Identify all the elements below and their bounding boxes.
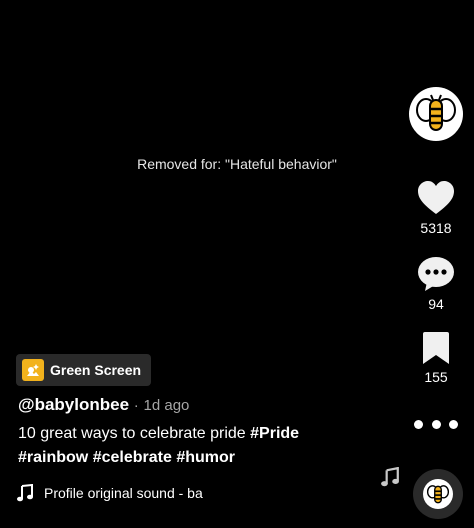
hashtag[interactable]: #Pride [250, 425, 299, 442]
bee-logo-icon [423, 479, 453, 509]
heart-icon [418, 181, 454, 214]
sound-disc[interactable] [413, 469, 463, 519]
green-screen-effect-icon [22, 359, 44, 381]
music-note-icon [17, 484, 33, 502]
more-options-button[interactable] [414, 414, 458, 434]
effect-label: Green Screen [50, 362, 142, 378]
caption: 10 great ways to celebrate pride #Pride … [18, 422, 348, 470]
comment-button[interactable]: 94 [406, 256, 466, 312]
bookmark-icon [423, 332, 449, 364]
hashtag[interactable]: #rainbow [18, 449, 88, 466]
save-count: 155 [424, 369, 448, 385]
removed-message: Removed for: "Hateful behavior" [137, 156, 337, 172]
comment-count: 94 [428, 296, 444, 312]
bee-logo-icon [416, 94, 456, 131]
more-dots-icon [414, 419, 458, 429]
sound-title: Profile original sound - ba [44, 485, 203, 501]
save-button[interactable]: 155 [406, 331, 466, 385]
sound-row[interactable]: Profile original sound - ba [16, 481, 228, 505]
speech-bubble-icon [418, 257, 454, 291]
creator-avatar[interactable] [409, 87, 463, 141]
separator: · [133, 397, 139, 414]
author-line: @babylonbee · 1d ago [18, 395, 189, 415]
hashtag[interactable]: #humor [176, 449, 235, 466]
effect-chip[interactable]: Green Screen [16, 354, 152, 386]
like-count: 5318 [420, 220, 452, 236]
like-button[interactable]: 5318 [406, 180, 466, 236]
floating-music-note-icon [380, 466, 400, 492]
caption-text: 10 great ways to celebrate pride [18, 425, 251, 442]
hashtag[interactable]: #celebrate [93, 449, 172, 466]
post-time: 1d ago [143, 397, 190, 414]
author-username[interactable]: @babylonbee [18, 395, 129, 414]
